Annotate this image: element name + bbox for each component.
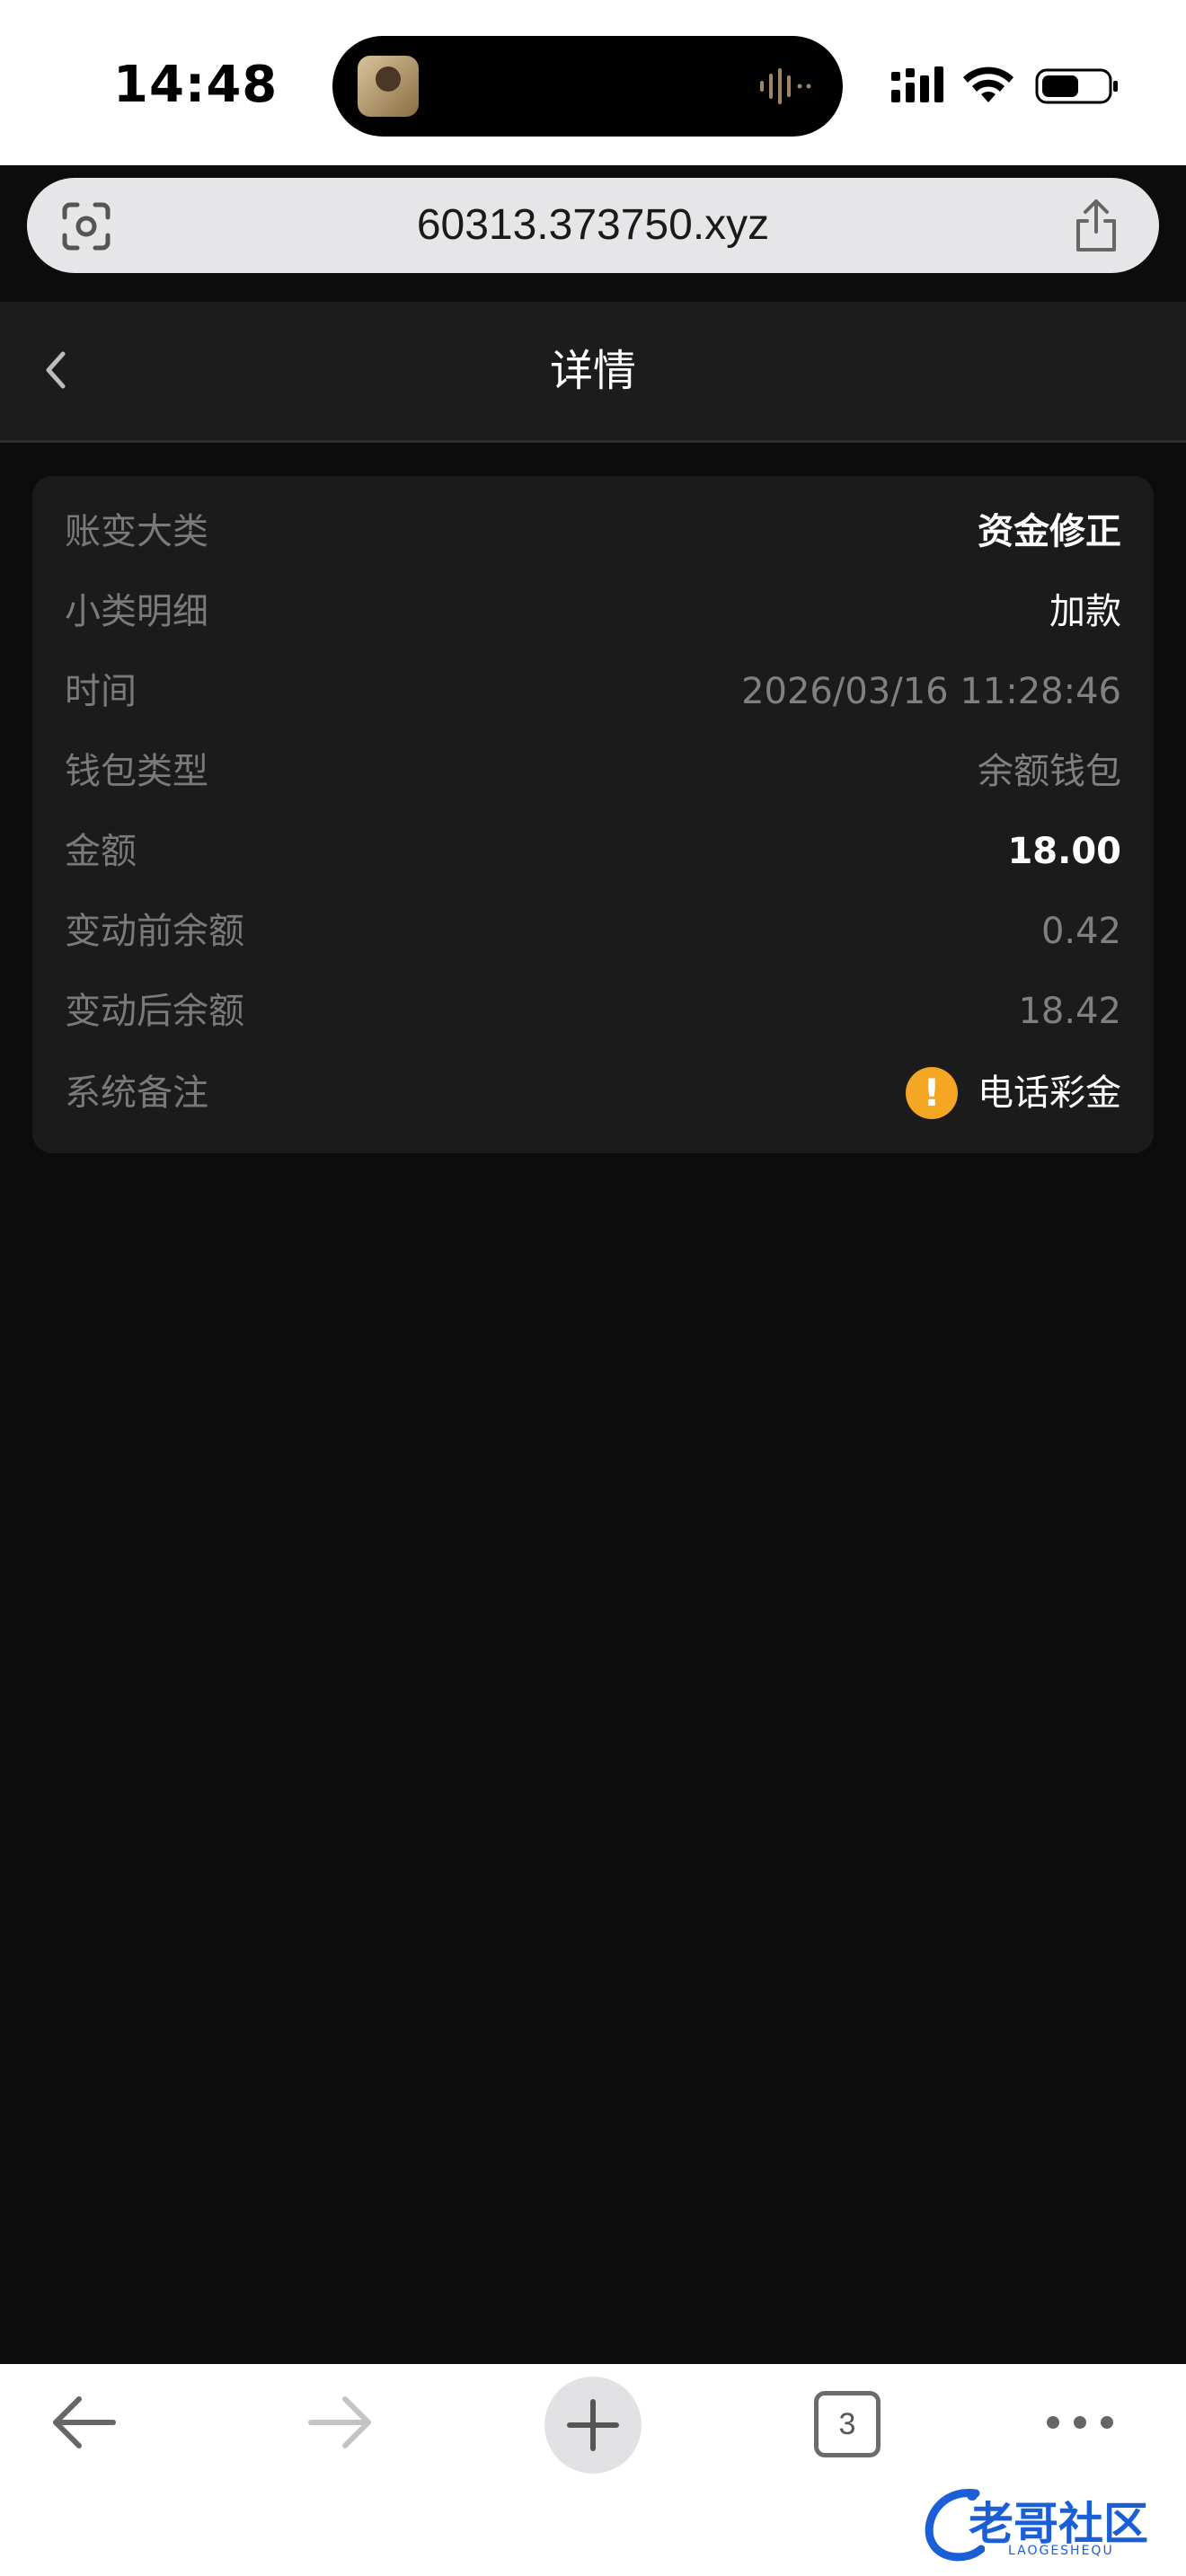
detail-label: 账变大类: [65, 511, 208, 552]
note-value-wrap: ! 电话彩金: [906, 1057, 1121, 1129]
tabs-button[interactable]: 3: [814, 2391, 881, 2457]
detail-value: 资金修正: [978, 511, 1121, 552]
detail-row-amount: 金额 18.00: [65, 816, 1121, 887]
forward-arrow-icon[interactable]: [284, 2364, 392, 2481]
cellular-signal-icon: [891, 66, 943, 102]
detail-row-wallet: 钱包类型 余额钱包: [65, 736, 1121, 807]
new-tab-button[interactable]: [544, 2377, 642, 2474]
detail-row-balance-before: 变动前余额 0.42: [65, 895, 1121, 967]
page-title: 详情: [549, 346, 636, 396]
detail-value: 余额钱包: [978, 751, 1121, 792]
detail-row-category: 账变大类 资金修正: [65, 496, 1121, 568]
status-bar: 14:48: [0, 0, 1186, 165]
detail-label: 变动后余额: [65, 991, 244, 1032]
detail-label: 系统备注: [65, 1072, 208, 1114]
status-time: 14:48: [113, 56, 279, 114]
status-indicators: [891, 66, 1118, 104]
app-header: 详情: [0, 302, 1186, 443]
detail-label: 时间: [65, 671, 137, 712]
watermark-subtext: LAOGESHEQU: [1008, 2544, 1114, 2558]
detail-value: 加款: [1049, 591, 1121, 632]
detail-value: 电话彩金: [978, 1072, 1121, 1114]
audio-wave-icon: [760, 68, 811, 104]
now-playing-artwork: [358, 56, 419, 117]
watermark: 老哥社区 LAOGESHEQU: [922, 2479, 1164, 2569]
battery-icon: [1035, 68, 1118, 104]
detail-row-time: 时间 2026/03/16 11:28:46: [65, 656, 1121, 728]
detail-row-subcategory: 小类明细 加款: [65, 576, 1121, 648]
url-text[interactable]: 60313.373750.xyz: [27, 178, 1159, 273]
detail-value: 18.42: [1018, 991, 1121, 1032]
detail-label: 钱包类型: [65, 751, 208, 792]
plus-icon: [567, 2399, 619, 2451]
detail-row-balance-after: 变动后余额 18.42: [65, 975, 1121, 1047]
detail-label: 金额: [65, 831, 137, 872]
browser-toolbar: 3 老哥社区 LAOGESHEQU: [0, 2364, 1186, 2576]
detail-value: 18.00: [1007, 831, 1121, 872]
detail-label: 小类明细: [65, 591, 208, 632]
back-arrow-icon[interactable]: [32, 2364, 140, 2481]
warning-icon[interactable]: !: [906, 1067, 958, 1119]
detail-value: 2026/03/16 11:28:46: [741, 671, 1121, 712]
share-icon[interactable]: [1071, 198, 1121, 253]
more-icon[interactable]: [1026, 2364, 1134, 2481]
dynamic-island[interactable]: [332, 36, 843, 137]
detail-row-note: 系统备注 ! 电话彩金: [65, 1057, 1121, 1129]
detail-value: 0.42: [1040, 911, 1121, 952]
wifi-icon: [963, 66, 1013, 102]
detail-card: 账变大类 资金修正 小类明细 加款 时间 2026/03/16 11:28:46…: [32, 476, 1154, 1153]
address-bar[interactable]: 60313.373750.xyz: [27, 178, 1159, 273]
detail-label: 变动前余额: [65, 911, 244, 952]
